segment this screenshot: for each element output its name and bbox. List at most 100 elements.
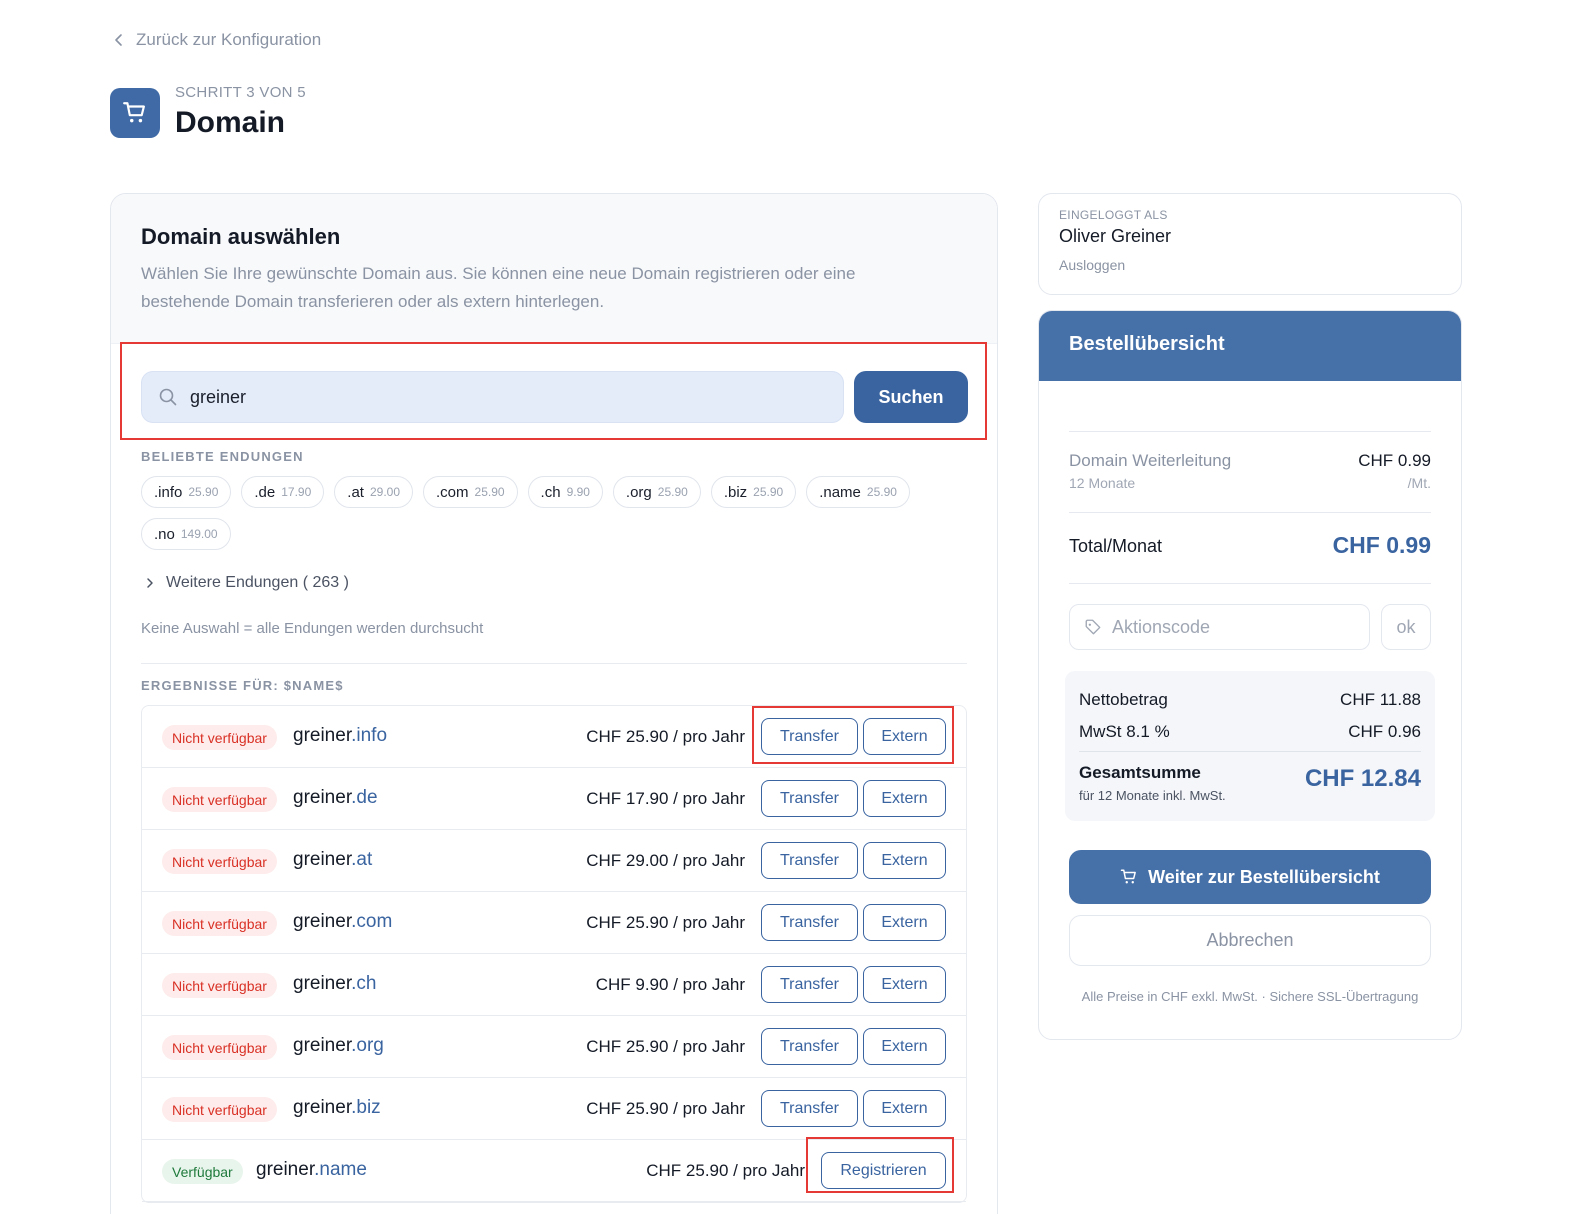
order-item-unit: /Mt. [1407, 475, 1431, 491]
domain-price: CHF 25.90 / pro Jahr [586, 1037, 745, 1056]
ending-chip[interactable]: .biz 25.90 [710, 476, 797, 508]
domain-label: greiner [293, 787, 352, 808]
chip-price: 25.90 [753, 485, 784, 499]
ending-chip[interactable]: .org 25.90 [612, 476, 701, 508]
cart-step-icon [110, 88, 160, 138]
result-row: Nicht verfügbar greiner.com CHF 25.90 / pr… [142, 892, 966, 954]
status-badge: Nicht verfügbar [162, 973, 277, 998]
domain-label: greiner [256, 1159, 315, 1180]
promo-input[interactable] [1112, 616, 1352, 638]
chip-extension: .biz [723, 483, 748, 501]
ending-chip[interactable]: .at 29.00 [334, 476, 413, 508]
chip-price: 25.90 [657, 485, 688, 499]
result-row: Nicht verfügbar greiner.ch CHF 9.90 / pro … [142, 954, 966, 1016]
cart-icon [1120, 869, 1137, 884]
promo-field[interactable] [1069, 604, 1370, 650]
result-row: Nicht verfügbar greiner.info CHF 25.90 / p… [142, 706, 966, 768]
back-link-label: Zurück zur Konfiguration [136, 30, 322, 49]
more-endings-toggle[interactable]: Weitere Endungen ( 263 ) [144, 574, 349, 592]
chevron-right-icon [147, 578, 153, 588]
domain-name: greiner.org [293, 1035, 384, 1057]
net-row: Nettobetrag CHF 11.88 [1079, 690, 1421, 710]
domain-label: greiner [293, 1035, 352, 1056]
domain-tld: .com [351, 911, 393, 932]
search-button[interactable]: Suchen [854, 371, 968, 423]
domain-label: greiner [293, 725, 352, 746]
ending-chip[interactable]: .de 17.90 [241, 476, 325, 508]
status-badge: Nicht verfügbar [162, 725, 277, 750]
user-card: EINGELOGGT ALS Oliver Greiner Ausloggen [1038, 193, 1462, 295]
divider [1069, 431, 1431, 432]
continue-button[interactable]: Weiter zur Bestellübersicht [1069, 850, 1431, 904]
domain-label: greiner [293, 1097, 352, 1118]
domain-label: greiner [293, 911, 352, 932]
grand-total-note: für 12 Monate inkl. MwSt. [1079, 788, 1226, 803]
extern-button[interactable]: Extern [863, 780, 946, 817]
divider [1069, 512, 1431, 513]
status-badge: Nicht verfügbar [162, 1097, 277, 1122]
domain-price: CHF 25.90 / pro Jahr [646, 1161, 805, 1180]
status-badge: Nicht verfügbar [162, 849, 277, 874]
results-label: ERGEBNISSE FÜR: $NAME$ [141, 678, 344, 693]
ending-chip[interactable]: .name 25.90 [806, 476, 910, 508]
transfer-button[interactable]: Transfer [761, 842, 858, 879]
chip-extension: .com [436, 483, 469, 501]
cancel-button[interactable]: Abbrechen [1069, 915, 1431, 966]
cart-icon [123, 102, 145, 123]
result-row: Nicht verfügbar greiner.at CHF 29.00 / pro… [142, 830, 966, 892]
ending-chip[interactable]: .no 149.00 [141, 518, 231, 550]
status-badge: Verfügbar [162, 1159, 243, 1184]
transfer-button[interactable]: Transfer [761, 1028, 858, 1065]
transfer-button[interactable]: Transfer [761, 904, 858, 941]
transfer-button[interactable]: Transfer [761, 966, 858, 1003]
order-summary-card: Bestellübersicht Domain Weiterleitung 12… [1038, 310, 1462, 1040]
grand-total-label: Gesamtsumme [1079, 763, 1201, 782]
more-endings-label: Weitere Endungen ( 263 ) [166, 574, 349, 591]
total-month-value: CHF 0.99 [1332, 532, 1431, 558]
chip-price: 29.00 [369, 485, 400, 499]
chip-extension: .no [154, 525, 175, 543]
search-field[interactable] [141, 371, 844, 423]
domain-price: CHF 25.90 / pro Jahr [586, 727, 745, 746]
user-name: Oliver Greiner [1059, 226, 1172, 246]
extern-button[interactable]: Extern [863, 1028, 946, 1065]
domain-tld: .at [351, 849, 373, 870]
extern-button[interactable]: Extern [863, 904, 946, 941]
popular-endings: .info 25.90 .de 17.90 .at 29.00 .com 25.90 .ch 9.… [141, 476, 961, 550]
action-highlight-frame [806, 1137, 954, 1193]
logout-link[interactable]: Ausloggen [1059, 257, 1125, 273]
ending-chip[interactable]: .ch 9.90 [527, 476, 603, 508]
result-row: Nicht verfügbar greiner.org CHF 25.90 / pr… [142, 1016, 966, 1078]
total-month-label: Total/Monat [1069, 536, 1163, 556]
continue-label: Weiter zur Bestellübersicht [1148, 866, 1380, 887]
domain-name: greiner.com [293, 911, 392, 933]
promo-ok-button[interactable]: ok [1381, 604, 1431, 650]
ending-chip[interactable]: .info 25.90 [141, 476, 232, 508]
extern-button[interactable]: Extern [863, 842, 946, 879]
search-hint: Keine Auswahl = alle Endungen werden dur… [141, 620, 484, 637]
ending-chip[interactable]: .com 25.90 [423, 476, 518, 508]
result-row: Verfügbar greiner.name CHF 25.90 / pro Jah… [142, 1137, 966, 1202]
extern-button[interactable]: Extern [863, 1090, 946, 1127]
domain-name: greiner.name [256, 1159, 367, 1181]
card-description: Wählen Sie Ihre gewünschte Domain aus. S… [141, 264, 856, 311]
divider [1069, 583, 1431, 584]
chip-price: 17.90 [281, 485, 312, 499]
domain-price: CHF 25.90 / pro Jahr [586, 913, 745, 932]
transfer-button[interactable]: Transfer [761, 780, 858, 817]
result-row: Nicht verfügbar greiner.de CHF 17.90 / pro… [142, 768, 966, 830]
chip-extension: .ch [540, 483, 561, 501]
order-item-price: CHF 0.99 [1358, 451, 1431, 470]
extern-button[interactable]: Extern [863, 966, 946, 1003]
result-row: Nicht verfügbar greiner.biz CHF 25.90 / pr… [142, 1078, 966, 1140]
chip-price: 25.90 [188, 485, 219, 499]
domain-tld: .ch [351, 973, 377, 994]
chip-price: 149.00 [180, 527, 218, 541]
tag-icon [1085, 619, 1101, 635]
vat-row: MwSt 8.1 % CHF 0.96 [1079, 722, 1421, 742]
chip-price: 9.90 [566, 485, 590, 499]
transfer-button[interactable]: Transfer [761, 1090, 858, 1127]
back-link[interactable]: Zurück zur Konfiguration [112, 30, 321, 50]
vat-label: MwSt 8.1 % [1079, 722, 1170, 741]
search-input[interactable] [190, 386, 790, 408]
